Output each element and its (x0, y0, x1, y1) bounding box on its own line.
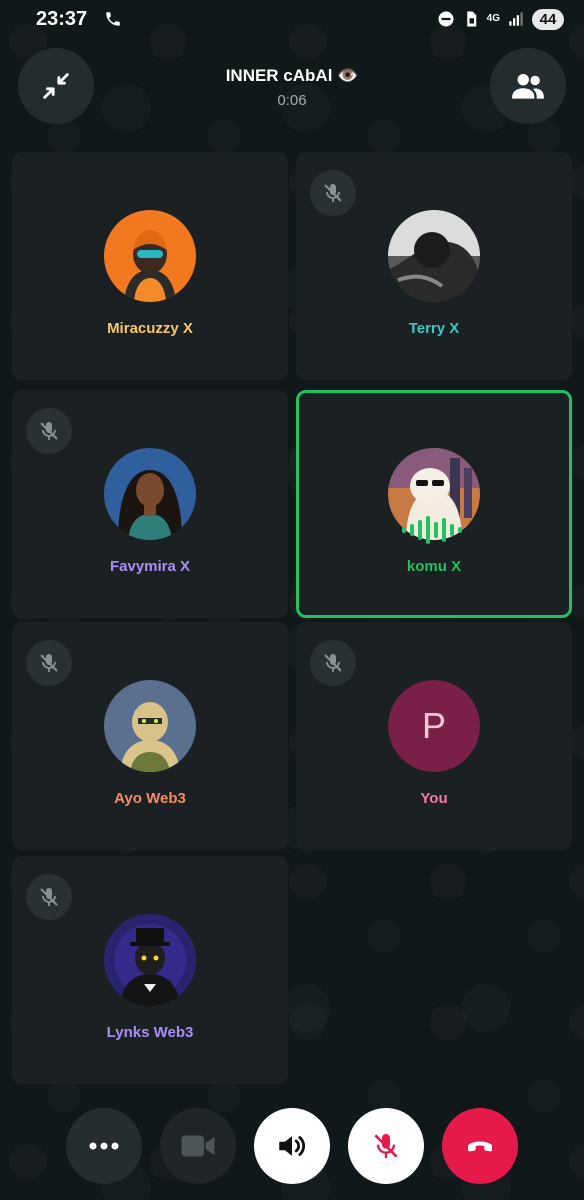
participant-name: komu X (406, 558, 462, 575)
participant-tile[interactable]: Lynks Web3 (12, 856, 288, 1084)
avatar (388, 210, 480, 302)
avatar (104, 914, 196, 1006)
avatar (104, 448, 196, 540)
avatar (104, 680, 196, 772)
participant-name: Ayo Web3 (114, 790, 186, 807)
audio-waveform-icon (402, 516, 462, 544)
participant-tile[interactable]: Favymira X (12, 390, 288, 618)
call-timer: 0:06 (277, 92, 307, 109)
group-icon (512, 73, 544, 99)
mic-off-icon (324, 654, 342, 672)
mic-off-icon (40, 888, 58, 906)
collapse-arrows-icon (43, 73, 69, 99)
participant-name: You (420, 790, 448, 807)
avatar (104, 210, 196, 302)
muted-badge (310, 170, 356, 216)
video-camera-icon (181, 1135, 215, 1157)
battery-indicator: 44 (532, 8, 564, 30)
participant-name: Terry X (408, 320, 460, 337)
mic-off-icon (324, 184, 342, 202)
participant-name: Lynks Web3 (106, 1024, 194, 1041)
video-button[interactable] (160, 1108, 236, 1184)
participant-tile[interactable]: Terry X (296, 152, 572, 380)
mic-off-icon (374, 1134, 398, 1158)
hang-up-icon (468, 1141, 492, 1152)
participant-tile-self[interactable]: P You (296, 622, 572, 850)
call-screen: 23:37 4G 44 INNER cAbAl 👁️ 0:06 Miracuzz… (0, 0, 584, 1200)
muted-badge (26, 640, 72, 686)
participants-button[interactable] (490, 48, 566, 124)
avatar-initial: P (388, 680, 480, 772)
mic-off-icon (40, 422, 58, 440)
network-type: 4G (486, 13, 500, 24)
end-call-button[interactable] (442, 1108, 518, 1184)
muted-badge (26, 874, 72, 920)
sim-card-icon (466, 11, 476, 27)
minimize-call-button[interactable] (18, 48, 94, 124)
signal-icon (509, 12, 523, 26)
participant-tile-active-speaker[interactable]: komu X (296, 390, 572, 618)
more-horizontal-icon (89, 1142, 119, 1150)
status-time: 23:37 (36, 8, 88, 30)
speaker-icon (279, 1136, 305, 1156)
participant-tile[interactable]: Miracuzzy X (12, 152, 288, 380)
muted-badge (310, 640, 356, 686)
muted-badge (26, 408, 72, 454)
mute-microphone-button[interactable] (348, 1108, 424, 1184)
participant-tile[interactable]: Ayo Web3 (12, 622, 288, 850)
participant-name: Favymira X (109, 558, 191, 575)
do-not-disturb-icon (438, 11, 454, 27)
mic-off-icon (40, 654, 58, 672)
status-bar: 23:37 4G 44 (0, 0, 584, 38)
speaker-button[interactable] (254, 1108, 330, 1184)
participant-name: Miracuzzy X (107, 320, 193, 337)
ongoing-call-icon (106, 12, 120, 26)
call-title: INNER cAbAl 👁️ (225, 66, 359, 85)
more-options-button[interactable] (66, 1108, 142, 1184)
status-icons: 4G 44 (437, 7, 564, 31)
avatar: P (388, 680, 480, 772)
